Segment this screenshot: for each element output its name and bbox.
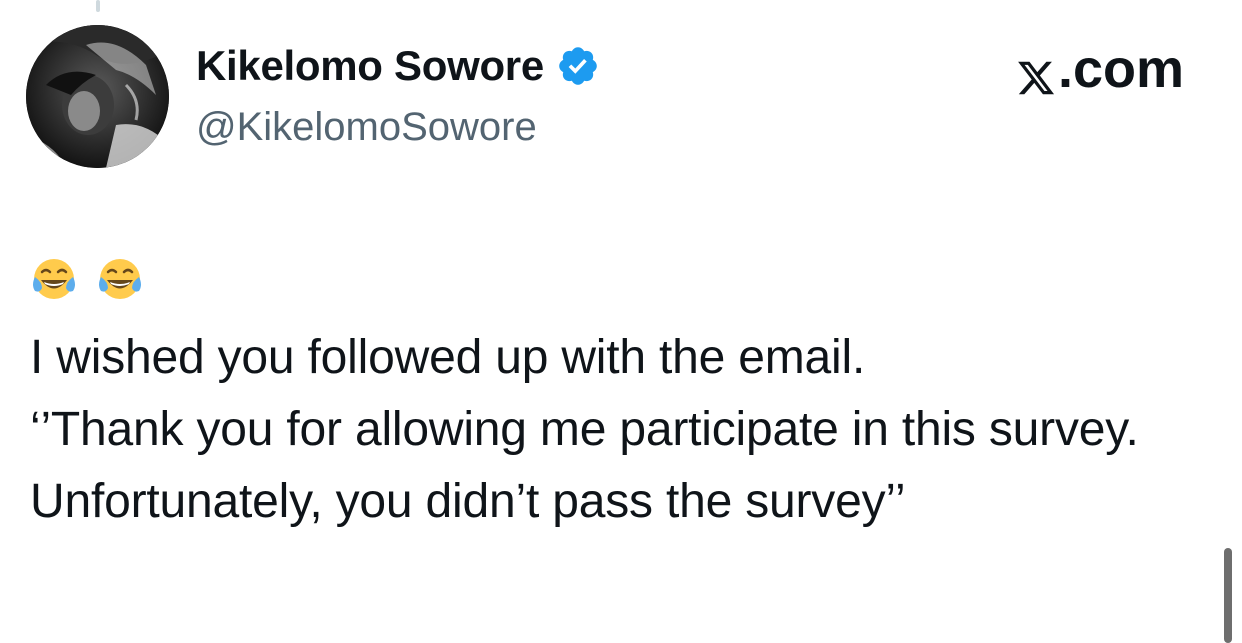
author-display-name[interactable]: Kikelomo Sowore xyxy=(196,40,544,92)
verified-badge-icon[interactable] xyxy=(556,44,600,88)
brand-label: .com xyxy=(1057,39,1184,99)
emoji-row xyxy=(30,256,144,306)
scrollbar-thumb[interactable] xyxy=(1224,548,1232,643)
tweet-body-text: I wished you followed up with the email.… xyxy=(30,331,1139,528)
avatar[interactable] xyxy=(26,25,169,168)
thread-connector-line xyxy=(96,0,100,12)
author-handle[interactable]: @KikelomoSowore xyxy=(196,102,537,152)
x-logo-icon xyxy=(1016,49,1056,95)
brand-watermark: .com xyxy=(1016,38,1184,100)
face-with-tears-of-joy-icon xyxy=(30,255,78,308)
face-with-tears-of-joy-icon xyxy=(96,255,144,308)
author-name-row: Kikelomo Sowore xyxy=(196,40,600,92)
